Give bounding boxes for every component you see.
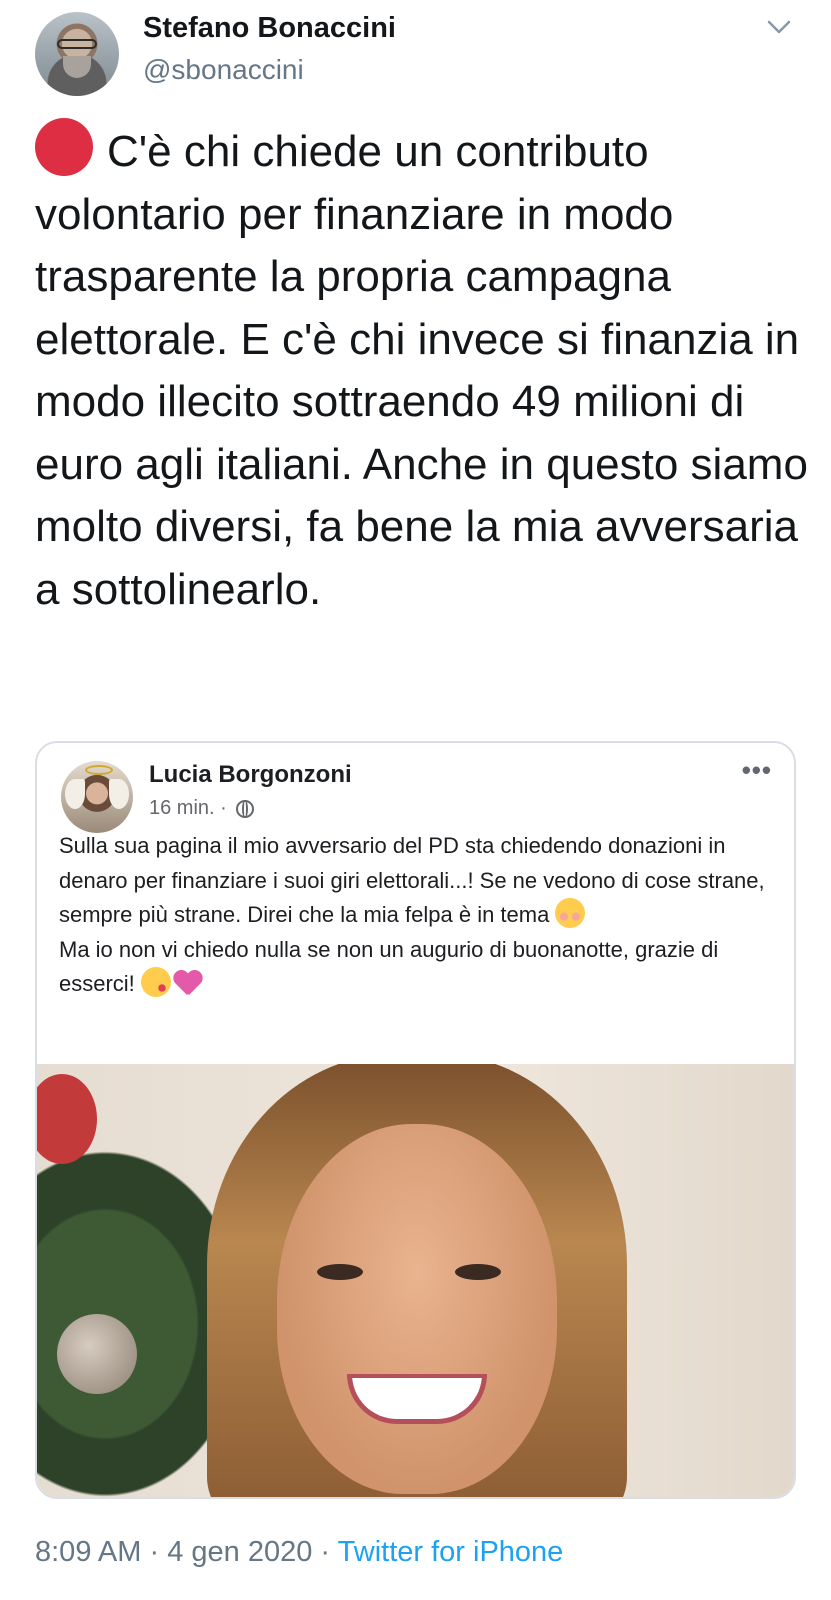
smiling-blush-icon [555,898,586,928]
heart-icon [173,969,203,997]
wing-right [109,779,129,809]
portrait-face [277,1124,557,1494]
tweet-date[interactable]: 4 gen 2020 [167,1536,312,1568]
embedded-post-card[interactable]: Lucia Borgonzoni 16 min. · ••• Sulla sua… [35,741,796,1499]
avatar-beard [63,56,91,78]
embedded-text-part1: Sulla sua pagina il mio avversario del P… [59,833,765,927]
portrait-smile [347,1374,487,1424]
bauble [57,1314,137,1394]
tweet-body: C'è chi chiede un contributo volontario … [35,127,808,614]
tweet-source-link[interactable]: Twitter for iPhone [338,1536,564,1568]
more-options-icon[interactable]: ••• [742,755,772,786]
embedded-post-text: Sulla sua pagina il mio avversario del P… [59,829,779,1002]
author-handle[interactable]: @sbonaccini [143,54,304,86]
author-display-name[interactable]: Stefano Bonaccini [143,12,396,45]
author-avatar[interactable] [35,12,119,96]
portrait-eye-right [455,1264,501,1280]
tweet-time[interactable]: 8:09 AM [35,1536,141,1568]
embedded-post-meta: 16 min. · [149,797,255,820]
chevron-down-icon[interactable] [766,14,792,40]
embedded-post-photo[interactable] [37,1064,794,1497]
embedded-author-avatar[interactable] [61,761,133,833]
embedded-post-time: 16 min. · [149,797,227,819]
red-circle-icon [35,118,93,176]
avatar-glasses [57,39,97,49]
halo [85,765,113,775]
separator: · [320,1536,331,1568]
embedded-author-name[interactable]: Lucia Borgonzoni [149,761,352,789]
tweet-timestamp: 8:09 AM · 4 gen 2020 · Twitter for iPhon… [35,1536,563,1569]
kiss-face-icon [140,967,171,997]
portrait-eye-left [317,1264,363,1280]
globe-icon [236,800,255,818]
wing-left [65,779,85,809]
separator: · [149,1536,160,1568]
tweet-text: C'è chi chiede un contributo volontario … [35,118,815,621]
